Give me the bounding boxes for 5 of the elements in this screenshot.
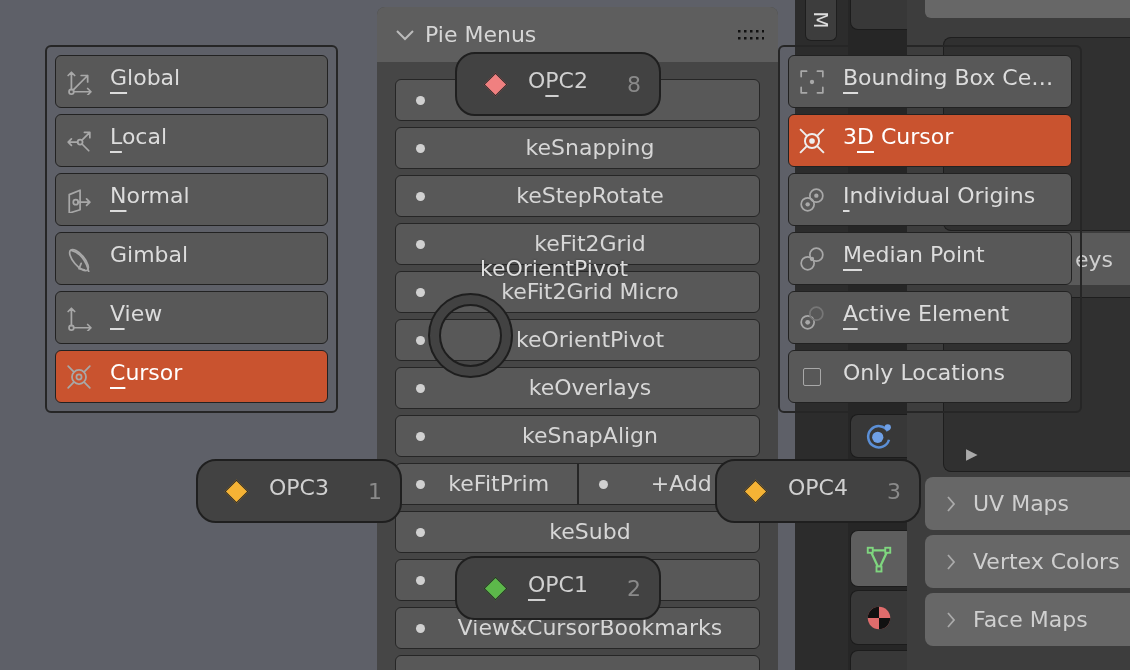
hotkey-number: 1 [368, 478, 382, 504]
hotkey-number: 2 [627, 575, 641, 601]
hotkey-number: 8 [627, 71, 641, 97]
hotkey-number: 3 [887, 478, 901, 504]
panel-title: Pie Menus [425, 23, 538, 46]
